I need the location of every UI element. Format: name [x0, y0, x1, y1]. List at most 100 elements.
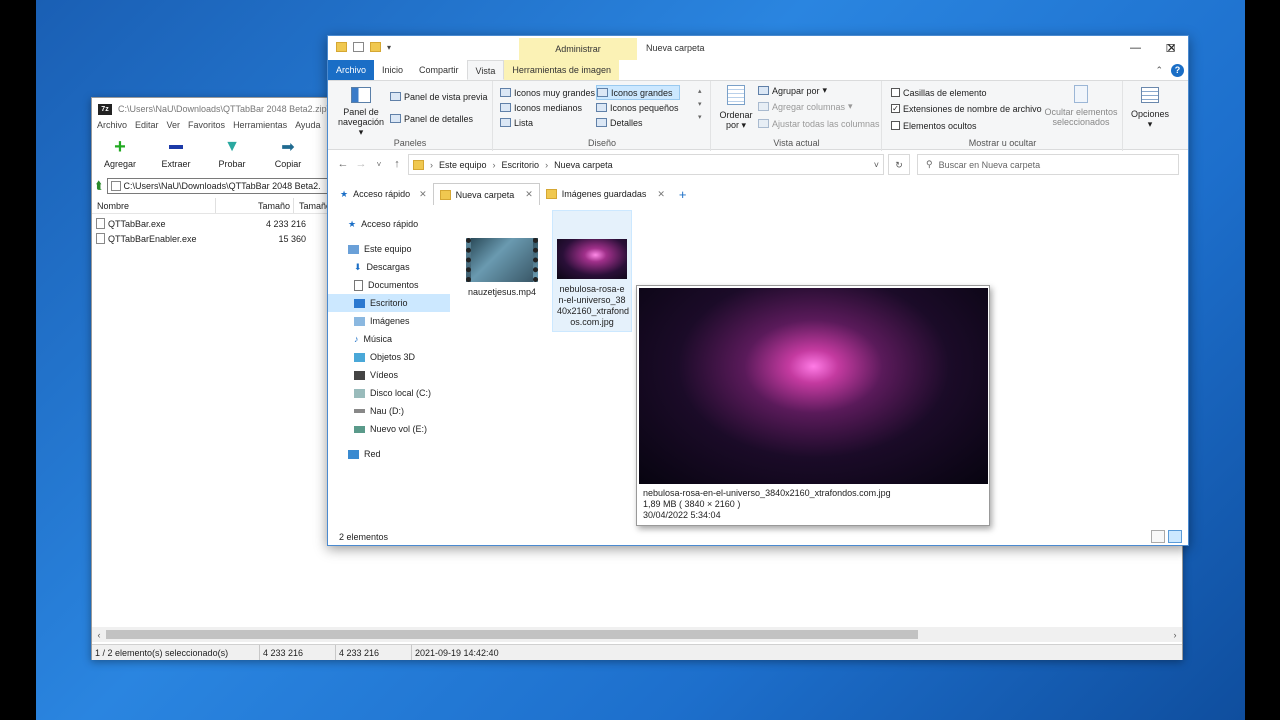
- nav-videos[interactable]: Vídeos: [328, 366, 450, 384]
- nav-nuevo-vol-e[interactable]: Nuevo vol (E:): [328, 420, 450, 438]
- nav-documentos[interactable]: Documentos: [328, 276, 450, 294]
- casillas-elemento-checkbox[interactable]: Casillas de elemento: [891, 85, 987, 100]
- nav-escritorio[interactable]: Escritorio: [328, 294, 450, 312]
- nav-disco-c[interactable]: Disco local (C:): [328, 384, 450, 402]
- minimize-glyph: [1118, 36, 1153, 60]
- list-item[interactable]: QTTabBar.exe 4 233 216: [96, 216, 306, 231]
- address-bar[interactable]: › Este equipo › Escritorio › Nueva carpe…: [408, 154, 884, 175]
- list-item[interactable]: QTTabBarEnabler.exe 15 360: [96, 231, 306, 246]
- opciones-button[interactable]: Opciones ▾: [1128, 87, 1172, 130]
- qtab-imagenes-guardadas[interactable]: Imágenes guardadas ✕: [540, 183, 671, 205]
- file-item-image[interactable]: nebulosa-rosa-e n-el-universo_38 40x2160…: [552, 210, 632, 332]
- probar-button[interactable]: ▼ Probar: [204, 138, 260, 174]
- layout-iconos-muy-grandes[interactable]: Iconos muy grandes: [500, 85, 595, 100]
- tab-herramientas-imagen[interactable]: Herramientas de imagen: [504, 60, 619, 80]
- layout-label: Iconos muy grandes: [514, 87, 596, 98]
- breadcrumb-escritorio[interactable]: Escritorio: [502, 160, 540, 170]
- copiar-button[interactable]: ➡ Copiar: [260, 138, 316, 174]
- 7zip-path-input[interactable]: C:\Users\NaU\Downloads\QTTabBar 2048 Bet…: [106, 178, 332, 194]
- file-name: QTTabBar.exe: [108, 218, 166, 229]
- nav-descargas[interactable]: ⬇ Descargas: [328, 258, 450, 276]
- recent-dropdown-icon[interactable]: ˅: [370, 160, 388, 169]
- tab-inicio[interactable]: Inicio: [374, 60, 411, 80]
- checkmark-icon: ✓: [891, 104, 900, 113]
- elementos-ocultos-checkbox[interactable]: Elementos ocultos: [891, 118, 977, 133]
- layout-iconos-grandes[interactable]: Iconos grandes: [596, 85, 680, 100]
- address-dropdown-icon[interactable]: ˅: [874, 160, 879, 170]
- agrupar-label: Agrupar por: [772, 85, 820, 96]
- nav-nau-d[interactable]: Nau (D:): [328, 402, 450, 420]
- tab-vista[interactable]: Vista: [466, 60, 505, 80]
- large-icons-icon: [597, 88, 608, 97]
- nav-musica[interactable]: ♪ Música: [328, 330, 450, 348]
- menu-archivo[interactable]: Archivo: [97, 120, 127, 136]
- opciones-label: Opciones: [1130, 109, 1170, 119]
- layout-detalles[interactable]: Detalles: [596, 115, 643, 130]
- file-item-video[interactable]: nauzetjesus.mp4: [462, 238, 542, 297]
- scroll-left-icon[interactable]: ‹: [92, 630, 106, 640]
- ordenar-por-button[interactable]: Ordenar por ▾: [718, 85, 754, 131]
- nav-red[interactable]: Red: [328, 445, 450, 463]
- agregar-columnas-button[interactable]: Agregar columnas ▾: [758, 99, 853, 114]
- close-tab-icon[interactable]: ✕: [657, 189, 665, 200]
- back-icon[interactable]: ←: [334, 158, 352, 170]
- details-view-icon[interactable]: [1151, 530, 1165, 543]
- up-folder-icon[interactable]: ⮬: [96, 180, 103, 193]
- scroll-right-icon[interactable]: ›: [1168, 630, 1182, 640]
- col-nombre[interactable]: Nombre: [92, 198, 216, 213]
- layout-iconos-pequenos[interactable]: Iconos pequeños: [596, 100, 679, 115]
- nav-este-equipo[interactable]: Este equipo: [328, 240, 450, 258]
- properties-icon[interactable]: [353, 42, 364, 52]
- col-tamano[interactable]: Tamaño: [216, 198, 294, 213]
- layout-scroll-icon[interactable]: ▴ ▾ ▾: [698, 85, 702, 124]
- 7zip-list-header: Nombre Tamaño Tamaño: [92, 198, 332, 214]
- up-icon[interactable]: ↑: [388, 158, 406, 170]
- nav-imagenes[interactable]: Imágenes: [328, 312, 450, 330]
- close-tab-icon[interactable]: ✕: [525, 189, 533, 200]
- scrollbar-thumb[interactable]: [106, 630, 918, 639]
- menu-editar[interactable]: Editar: [135, 120, 159, 136]
- ajustar-columnas-button[interactable]: Ajustar todas las columnas: [758, 116, 880, 131]
- customize-qa-icon[interactable]: ▾: [387, 43, 391, 52]
- tab-archivo[interactable]: Archivo: [328, 60, 375, 80]
- nav-acceso-rapido[interactable]: ★ Acceso rápido: [328, 215, 450, 233]
- collapse-ribbon-icon[interactable]: ⌃: [1155, 65, 1163, 76]
- breadcrumb-nueva-carpeta[interactable]: Nueva carpeta: [554, 160, 613, 170]
- breadcrumb-este-equipo[interactable]: Este equipo: [439, 160, 487, 170]
- menu-favoritos[interactable]: Favoritos: [188, 120, 225, 136]
- layout-iconos-medianos[interactable]: Iconos medianos: [500, 100, 582, 115]
- search-input[interactable]: ⚲ Buscar en Nueva carpeta: [917, 154, 1179, 175]
- tab-compartir[interactable]: Compartir: [411, 60, 467, 80]
- ocultar-seleccionados-button[interactable]: Ocultar elementos seleccionados: [1043, 85, 1119, 127]
- group-diseno: Iconos muy grandes Iconos grandes Iconos…: [494, 81, 711, 151]
- forward-icon[interactable]: →: [352, 158, 370, 170]
- agregar-button[interactable]: + Agregar: [92, 136, 148, 174]
- extensiones-checkbox[interactable]: ✓ Extensiones de nombre de archivo: [891, 101, 1042, 116]
- menu-ayuda[interactable]: Ayuda: [295, 120, 320, 136]
- list-icon: [500, 118, 511, 127]
- new-tab-icon[interactable]: +: [679, 187, 687, 202]
- nav-objetos-3d[interactable]: Objetos 3D: [328, 348, 450, 366]
- menu-herramientas[interactable]: Herramientas: [233, 120, 287, 136]
- panel-vista-previa-button[interactable]: Panel de vista previa: [390, 89, 488, 104]
- new-folder-icon[interactable]: [370, 42, 381, 52]
- extraer-button[interactable]: Extraer: [148, 138, 204, 174]
- fit-columns-icon: [758, 119, 769, 128]
- copiar-label: Copiar: [274, 159, 302, 169]
- menu-ver[interactable]: Ver: [167, 120, 181, 136]
- explorer-window: ▾ Administrar Nueva carpeta — ☐ ✕ Archiv…: [327, 35, 1189, 546]
- qtab-acceso-rapido[interactable]: ★ Acceso rápido ✕: [334, 183, 433, 205]
- large-icons-view-icon[interactable]: [1168, 530, 1182, 543]
- context-tab-administrar[interactable]: Administrar: [519, 38, 637, 61]
- qtab-nueva-carpeta[interactable]: Nueva carpeta ✕: [432, 183, 540, 205]
- help-icon[interactable]: ?: [1171, 63, 1184, 77]
- layout-lista[interactable]: Lista: [500, 115, 533, 130]
- close-tab-icon[interactable]: ✕: [419, 189, 427, 200]
- panel-navegacion-button[interactable]: Panel de navegación ▾: [336, 87, 386, 138]
- refresh-icon[interactable]: ↻: [888, 154, 910, 175]
- nav-label: Objetos 3D: [370, 352, 416, 362]
- checkbox-icon: [891, 121, 900, 130]
- agrupar-por-button[interactable]: Agrupar por ▾: [758, 83, 827, 98]
- panel-detalles-button[interactable]: Panel de detalles: [390, 111, 473, 126]
- close-icon[interactable]: ✕: [1154, 36, 1189, 60]
